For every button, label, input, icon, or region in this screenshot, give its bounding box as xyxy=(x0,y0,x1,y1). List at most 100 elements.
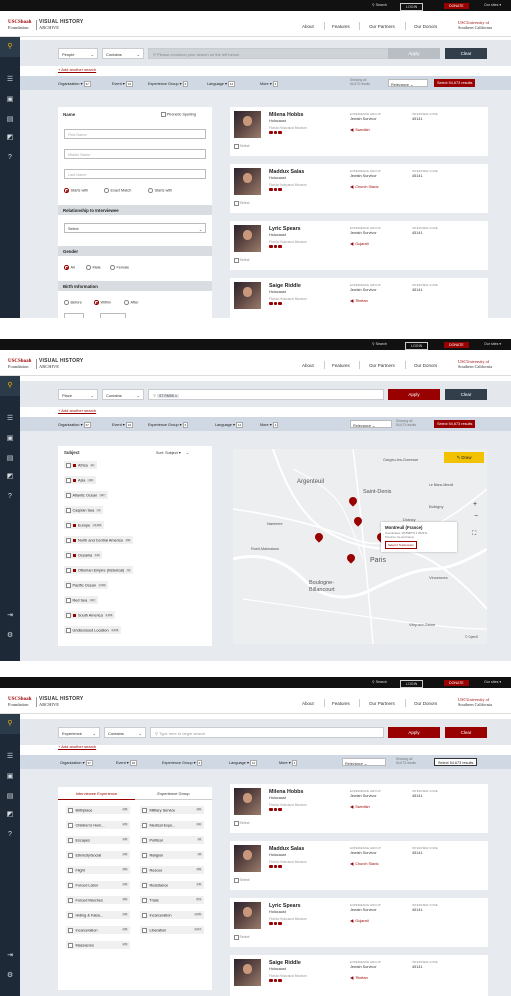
filter-language[interactable]: Language ▾ 12 xyxy=(229,758,258,766)
list-icon[interactable]: ☰ xyxy=(6,415,14,423)
result-name[interactable]: Milena Hobbs xyxy=(269,112,303,118)
experience-item[interactable]: Rescue 159 xyxy=(140,866,204,874)
experience-item[interactable]: Incarceration 1,095 xyxy=(140,911,204,919)
subject-item[interactable]: Asia 190 xyxy=(64,476,96,484)
login-button[interactable]: LOGIN xyxy=(400,679,424,688)
expand-icon[interactable] xyxy=(72,538,76,542)
result-name[interactable]: Maddux Salas xyxy=(269,169,304,175)
relevance-select[interactable]: Relevance ⌄ xyxy=(388,79,428,87)
chat-icon[interactable]: ◩ xyxy=(6,811,14,819)
expand-icon[interactable] xyxy=(72,553,76,557)
search-tag[interactable]: ST. PARIS ✕ xyxy=(157,394,180,398)
radio-birth-within[interactable]: Within xyxy=(94,300,111,305)
result-name[interactable]: Maddux Salas xyxy=(269,846,304,852)
experience-item[interactable]: Resistance 145 xyxy=(140,881,204,889)
nav-partners[interactable]: Our Partners xyxy=(369,24,395,29)
experience-item[interactable]: Incarceration 145 xyxy=(66,926,130,934)
interview-thumbnail[interactable] xyxy=(234,959,261,986)
interview-thumbnail[interactable] xyxy=(234,225,261,252)
subject-item[interactable]: Africa 10 xyxy=(64,461,97,469)
radio-gender-male[interactable]: Male xyxy=(86,265,101,270)
folder-icon[interactable]: ▣ xyxy=(6,773,14,781)
search-input[interactable]: ⚲ Type here to begin search xyxy=(150,727,384,738)
radio-birth-after[interactable]: After xyxy=(124,300,139,305)
operator-select[interactable]: Contains ⌄ xyxy=(104,727,146,738)
experience-item[interactable]: Escapes 145 xyxy=(66,836,130,844)
experience-item[interactable]: Religion 28 xyxy=(140,851,204,859)
filter-more[interactable]: More ▾ 4 xyxy=(260,420,279,428)
interview-thumbnail[interactable] xyxy=(234,845,261,872)
subject-item[interactable]: Caspian Sea 12 xyxy=(64,506,104,514)
first-name-input[interactable]: First Name xyxy=(64,129,206,139)
experience-item[interactable]: Forced Marches 156 xyxy=(66,896,130,904)
expand-icon[interactable] xyxy=(72,478,76,482)
nav-about[interactable]: About xyxy=(302,701,314,706)
result-name[interactable]: Lyric Spears xyxy=(269,226,301,232)
experience-item[interactable]: Medical Expe... 192 xyxy=(140,821,204,829)
our-sites-menu[interactable]: Our sites ▾ xyxy=(484,342,501,346)
last-name-input[interactable]: Last Name xyxy=(64,169,206,179)
usc-logo[interactable]: USCUniversity of Southern California xyxy=(458,20,492,30)
result-name[interactable]: Lyric Spears xyxy=(269,903,301,909)
language-link[interactable]: ◀) Church Slavic xyxy=(350,861,379,866)
result-card[interactable]: Milena Hobbs Holocaust Florida Holocaust… xyxy=(230,107,488,156)
select-testimonies-button[interactable]: Select 2 Testimonies xyxy=(385,541,417,549)
subject-item[interactable]: Europe 13,082 xyxy=(64,521,105,529)
birth-year-input[interactable] xyxy=(64,313,84,318)
site-logo[interactable]: USCShoah Foundation VISUAL HISTORY ARCHIV… xyxy=(8,20,83,30)
zoom-out-icon[interactable]: − xyxy=(474,513,478,520)
filter-language[interactable]: Language ▾ 12 xyxy=(215,420,244,428)
subject-item[interactable]: Pacific Ocean 2,039 xyxy=(64,581,109,589)
interview-thumbnail[interactable] xyxy=(234,111,261,138)
subject-item[interactable]: Atlantic Ocean 467 xyxy=(64,491,108,499)
radio-starts-with-2[interactable]: Starts with xyxy=(148,188,172,193)
select-checkbox[interactable]: Select xyxy=(234,201,250,206)
result-name[interactable]: Saige Riddle xyxy=(269,283,301,289)
filter-more[interactable]: More ▾ 4 xyxy=(279,758,298,766)
nav-features[interactable]: Features xyxy=(332,363,350,368)
filter-experience-group[interactable]: Experience Group ▾ 6 xyxy=(148,420,189,428)
category-select[interactable]: Experience ⌄ xyxy=(58,727,100,738)
filter-experience-group[interactable]: Experience Group ▾ 6 xyxy=(162,758,203,766)
experience-item[interactable]: Political 18 xyxy=(140,836,204,844)
radio-starts-with[interactable]: Starts with xyxy=(64,188,88,193)
list-icon[interactable]: ☰ xyxy=(6,753,14,761)
expand-icon[interactable] xyxy=(72,613,76,617)
experience-item[interactable]: Hiding & False... 145 xyxy=(66,911,130,919)
expand-icon[interactable] xyxy=(72,568,76,572)
result-name[interactable]: Saige Riddle xyxy=(269,960,301,966)
interview-thumbnail[interactable] xyxy=(234,282,261,309)
result-card[interactable]: Saige Riddle Holocaust Florida Holocaust… xyxy=(230,278,488,318)
filter-event[interactable]: Event ▾ 34 xyxy=(112,79,134,87)
donate-button[interactable]: DONATE xyxy=(444,2,469,9)
fullscreen-icon[interactable]: ⛶ xyxy=(472,531,476,538)
usc-logo[interactable]: USCUniversity of Southern California xyxy=(458,359,492,369)
usc-logo[interactable]: USCUniversity of Southern California xyxy=(458,697,492,707)
birth-year-input-2[interactable] xyxy=(100,313,126,318)
nav-donors[interactable]: Our Donors xyxy=(414,701,437,706)
relevance-select[interactable]: Relevance ⌄ xyxy=(342,758,386,766)
relationship-select[interactable]: Select ⌄ xyxy=(64,223,206,233)
experience-item[interactable]: Trials 874 xyxy=(140,896,204,904)
experience-item[interactable]: Military Service 192 xyxy=(140,806,204,814)
id-card-icon[interactable]: ▤ xyxy=(6,793,14,801)
nav-about[interactable]: About xyxy=(302,24,314,29)
category-select[interactable]: People ⌄ xyxy=(58,48,98,59)
apply-button[interactable]: Apply xyxy=(388,727,440,738)
gear-icon[interactable]: ⚙ xyxy=(6,632,14,640)
select-results-button[interactable]: Select 54,673 results xyxy=(434,79,476,87)
experience-item[interactable]: Liberation 1,017 xyxy=(140,926,204,934)
sidebar-item-search[interactable]: ⚲ xyxy=(0,376,20,396)
tab-interviewee-experience[interactable]: Interviewee Experience xyxy=(58,787,135,800)
nav-about[interactable]: About xyxy=(302,363,314,368)
search-input[interactable]: ⚲ ST. PARIS ✕ xyxy=(148,389,384,400)
topbar-search[interactable]: ⚲ Search xyxy=(372,680,387,684)
language-link[interactable]: ◀) Swedish xyxy=(350,804,370,809)
expand-icon[interactable] xyxy=(72,463,76,467)
add-search-link[interactable]: + Add another search xyxy=(58,67,96,72)
subject-item[interactable]: Oceania 120 xyxy=(64,551,103,559)
operator-select[interactable]: Contains ⌄ xyxy=(102,48,144,59)
language-link[interactable]: ◀) Tibetan xyxy=(350,975,368,980)
phonetic-checkbox[interactable]: Phonetic Spelling xyxy=(161,112,196,117)
result-card[interactable]: Maddux Salas Holocaust Florida Holocaust… xyxy=(230,164,488,213)
